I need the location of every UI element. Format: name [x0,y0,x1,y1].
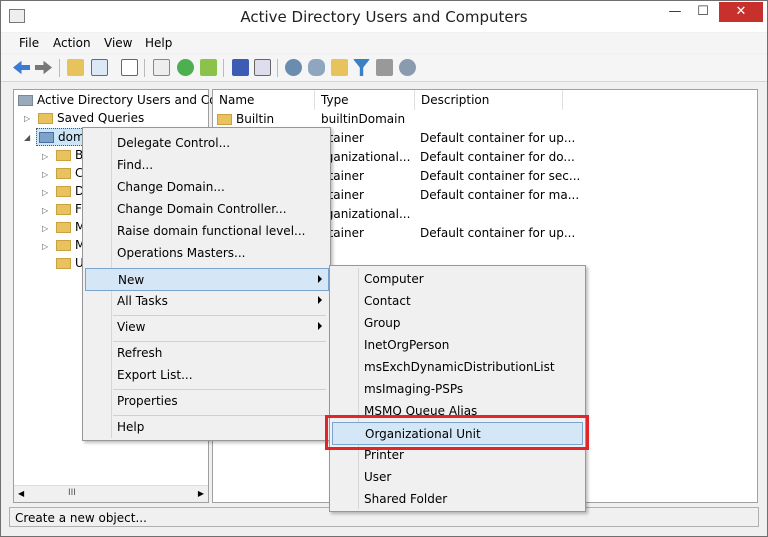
forward-icon[interactable] [35,60,52,75]
folder-icon [217,114,232,125]
menu-help[interactable]: Help [85,416,328,438]
scroll-grip[interactable]: III [68,488,76,498]
toolbar [1,54,767,82]
expand-icon[interactable]: ▷ [42,170,48,179]
new-user-icon[interactable] [285,59,302,76]
menu-change-domain[interactable]: Change Domain... [85,176,328,198]
collapse-icon[interactable]: ◢ [24,133,30,142]
submenu-inetorgperson[interactable]: InetOrgPerson [332,334,583,356]
expand-icon[interactable]: ▷ [42,152,48,161]
column-header-description[interactable]: Description [415,90,563,110]
menu-all-tasks[interactable]: All Tasks [85,290,328,312]
help-icon[interactable] [232,59,249,76]
new-ou-icon[interactable] [331,59,348,76]
list-item-desc: Default container for up... [420,131,576,145]
expand-icon[interactable]: ▷ [42,242,48,251]
refresh-icon[interactable] [177,59,194,76]
list-item-desc: Default container for do... [420,150,575,164]
console-icon [18,95,33,106]
menu-change-dc[interactable]: Change Domain Controller... [85,198,328,220]
expand-icon[interactable]: ▷ [42,224,48,233]
submenu-shared-folder[interactable]: Shared Folder [332,488,583,510]
menu-raise-level[interactable]: Raise domain functional level... [85,220,328,242]
list-item-desc: Default container for ma... [420,188,580,202]
submenu-arrow-icon [318,275,322,283]
menu-view[interactable]: View [85,316,328,338]
up-folder-icon[interactable] [67,59,84,76]
folder-icon [56,258,71,269]
domain-icon [39,132,54,143]
folder-icon [56,240,71,251]
menu-view[interactable]: View [104,36,132,50]
menu-file[interactable]: File [19,36,39,50]
menu-new[interactable]: New [85,268,329,291]
console-icon[interactable] [254,59,271,76]
menu-export-list[interactable]: Export List... [85,364,328,386]
tree-child[interactable]: D [56,184,84,198]
folder-icon [56,186,71,197]
menu-help[interactable]: Help [145,36,172,50]
tree-child[interactable]: B [56,148,83,162]
show-tree-icon[interactable] [91,59,108,76]
folder-icon [56,150,71,161]
list-item[interactable]: Builtin [217,112,274,126]
submenu-msimaging-psps[interactable]: msImaging-PSPs [332,378,583,400]
title-bar: Active Directory Users and Computers — ☐… [1,1,767,32]
filter-icon[interactable] [353,59,370,76]
menu-bar: File Action View Help [1,33,767,53]
horizontal-scrollbar[interactable]: ◀ III ▶ [14,485,208,502]
window-title: Active Directory Users and Computers [240,8,528,26]
context-menu: Delegate Control... Find... Change Domai… [82,127,331,441]
submenu-computer[interactable]: Computer [332,268,583,290]
minimize-button[interactable]: — [661,2,689,22]
menu-action[interactable]: Action [53,36,91,50]
submenu-msexch-ddl[interactable]: msExchDynamicDistributionList [332,356,583,378]
close-button[interactable]: ✕ [719,2,763,22]
tree-saved-queries[interactable]: Saved Queries [38,111,144,125]
submenu-arrow-icon [318,322,322,330]
folder-icon [38,113,53,124]
list-item-type: builtinDomain [321,112,406,126]
expand-icon[interactable]: ▷ [42,188,48,197]
submenu-contact[interactable]: Contact [332,290,583,312]
column-header-name[interactable]: Name [213,90,315,110]
menu-properties[interactable]: Properties [85,390,328,412]
tree-root[interactable]: Active Directory Users and Com [18,93,228,107]
connect-icon[interactable] [399,59,416,76]
tree-child[interactable]: M [56,220,85,234]
maximize-button[interactable]: ☐ [689,2,717,22]
tree-domain[interactable]: dom [36,128,88,146]
submenu-user[interactable]: User [332,466,583,488]
delegate-icon[interactable] [376,59,393,76]
scroll-right-icon[interactable]: ▶ [198,489,204,498]
folder-icon [56,204,71,215]
back-icon[interactable] [13,60,30,75]
tree-child[interactable]: F [56,202,82,216]
tree-child[interactable]: M [56,238,85,252]
column-header-type[interactable]: Type [315,90,415,110]
tree-child[interactable]: U [56,256,84,270]
folder-icon [56,168,71,179]
submenu-arrow-icon [318,296,322,304]
folder-icon [56,222,71,233]
expand-icon[interactable]: ▷ [24,114,30,123]
copy-icon[interactable] [153,59,170,76]
list-item-type: rganizational... [321,150,411,164]
menu-operations-masters[interactable]: Operations Masters... [85,242,328,264]
list-item-desc: Default container for sec... [420,169,581,183]
list-item-type: rganizational... [321,207,411,221]
highlight-box [325,415,589,450]
new-group-icon[interactable] [308,59,325,76]
export-icon[interactable] [200,59,217,76]
list-item-desc: Default container for up... [420,226,576,240]
tree-child[interactable]: C [56,166,83,180]
menu-delegate-control[interactable]: Delegate Control... [85,132,328,154]
new-submenu: Computer Contact Group InetOrgPerson msE… [329,265,586,512]
scroll-left-icon[interactable]: ◀ [18,489,24,498]
menu-find[interactable]: Find... [85,154,328,176]
menu-refresh[interactable]: Refresh [85,342,328,364]
expand-icon[interactable]: ▷ [42,206,48,215]
properties-icon[interactable] [121,59,138,76]
submenu-group[interactable]: Group [332,312,583,334]
